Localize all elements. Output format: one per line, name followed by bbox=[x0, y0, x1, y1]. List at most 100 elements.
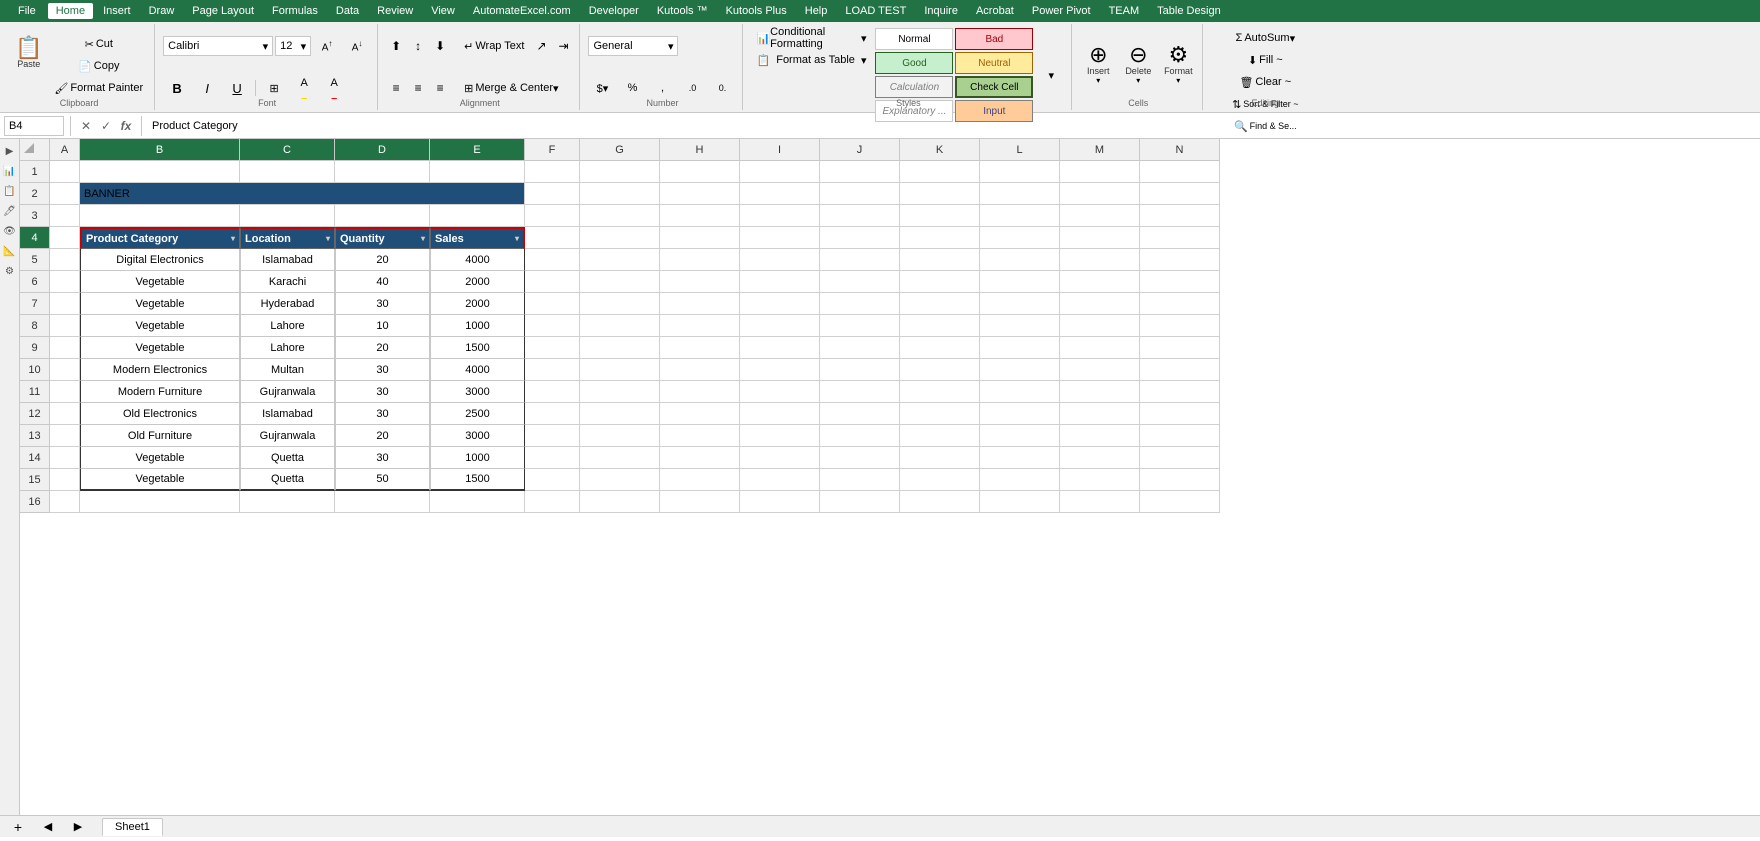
cell-D12[interactable]: 30 bbox=[335, 403, 430, 425]
cell-L16[interactable] bbox=[980, 491, 1060, 513]
row-header-9[interactable]: 9 bbox=[20, 337, 50, 359]
cell-N6[interactable] bbox=[1140, 271, 1220, 293]
cell-C8[interactable]: Lahore bbox=[240, 315, 335, 337]
cell-L11[interactable] bbox=[980, 381, 1060, 403]
cell-K4[interactable] bbox=[900, 227, 980, 249]
cell-F13[interactable] bbox=[525, 425, 580, 447]
cell-M13[interactable] bbox=[1060, 425, 1140, 447]
row-header-5[interactable]: 5 bbox=[20, 249, 50, 271]
cell-A7[interactable] bbox=[50, 293, 80, 315]
col-header-H[interactable]: H bbox=[660, 139, 740, 161]
cell-D7[interactable]: 30 bbox=[335, 293, 430, 315]
cell-B16[interactable] bbox=[80, 491, 240, 513]
cell-H12[interactable] bbox=[660, 403, 740, 425]
header-cell-B4[interactable]: Product Category▾ bbox=[80, 227, 240, 249]
cell-G2[interactable] bbox=[580, 183, 660, 205]
align-bottom-button[interactable]: ⬇ bbox=[430, 36, 450, 56]
paste-button[interactable]: 📋 Paste bbox=[10, 30, 47, 86]
cell-J9[interactable] bbox=[820, 337, 900, 359]
col-header-G[interactable]: G bbox=[580, 139, 660, 161]
cell-D5[interactable]: 20 bbox=[335, 249, 430, 271]
col-header-J[interactable]: J bbox=[820, 139, 900, 161]
align-top-button[interactable]: ⬆ bbox=[386, 36, 406, 56]
cell-M7[interactable] bbox=[1060, 293, 1140, 315]
style-check-cell-cell[interactable]: Check Cell bbox=[955, 76, 1033, 98]
cell-B1[interactable] bbox=[80, 161, 240, 183]
col-header-D[interactable]: D bbox=[335, 139, 430, 161]
increase-font-size-button[interactable]: A↑ bbox=[313, 37, 341, 55]
side-icon-3[interactable]: 📋 bbox=[2, 183, 18, 199]
cell-L6[interactable] bbox=[980, 271, 1060, 293]
cell-B7[interactable]: Vegetable bbox=[80, 293, 240, 315]
cell-N7[interactable] bbox=[1140, 293, 1220, 315]
cell-G16[interactable] bbox=[580, 491, 660, 513]
menu-team[interactable]: TEAM bbox=[1101, 3, 1148, 19]
side-icon-4[interactable]: 🖊 bbox=[2, 203, 18, 219]
cell-L12[interactable] bbox=[980, 403, 1060, 425]
cell-J6[interactable] bbox=[820, 271, 900, 293]
cell-N1[interactable] bbox=[1140, 161, 1220, 183]
align-center-button[interactable]: ≡ bbox=[408, 78, 428, 98]
cell-M3[interactable] bbox=[1060, 205, 1140, 227]
cell-N16[interactable] bbox=[1140, 491, 1220, 513]
col-header-I[interactable]: I bbox=[740, 139, 820, 161]
style-neutral-cell[interactable]: Neutral bbox=[955, 52, 1033, 74]
menu-load-test[interactable]: LOAD TEST bbox=[837, 3, 914, 19]
conditional-formatting-button[interactable]: 📊 Conditional Formatting ▾ bbox=[751, 28, 871, 48]
col-header-E[interactable]: E bbox=[430, 139, 525, 161]
side-icon-2[interactable]: 📊 bbox=[2, 163, 18, 179]
accounting-button[interactable]: $▾ bbox=[588, 78, 616, 98]
menu-view[interactable]: View bbox=[423, 3, 463, 19]
cell-D6[interactable]: 40 bbox=[335, 271, 430, 293]
cell-B2[interactable]: BANNER bbox=[80, 183, 525, 205]
cell-N14[interactable] bbox=[1140, 447, 1220, 469]
col-header-C[interactable]: C bbox=[240, 139, 335, 161]
cell-J16[interactable] bbox=[820, 491, 900, 513]
menu-home[interactable]: Home bbox=[48, 3, 93, 19]
cell-L13[interactable] bbox=[980, 425, 1060, 447]
cell-F4[interactable] bbox=[525, 227, 580, 249]
cell-D16[interactable] bbox=[335, 491, 430, 513]
menu-kutools[interactable]: Kutools ™ bbox=[649, 3, 716, 19]
cell-F16[interactable] bbox=[525, 491, 580, 513]
col-header-N[interactable]: N bbox=[1140, 139, 1220, 161]
cell-B13[interactable]: Old Furniture bbox=[80, 425, 240, 447]
cell-M10[interactable] bbox=[1060, 359, 1140, 381]
scroll-sheet-left[interactable]: ◀ bbox=[34, 819, 62, 835]
cell-A8[interactable] bbox=[50, 315, 80, 337]
cell-E1[interactable] bbox=[430, 161, 525, 183]
format-as-table-button[interactable]: 📋 Format as Table ▾ bbox=[751, 50, 871, 70]
format-cells-button[interactable]: ⚙ Format ▾ bbox=[1160, 41, 1196, 97]
cell-G3[interactable] bbox=[580, 205, 660, 227]
cell-G15[interactable] bbox=[580, 469, 660, 491]
cell-I2[interactable] bbox=[740, 183, 820, 205]
menu-kutools-plus[interactable]: Kutools Plus bbox=[718, 3, 795, 19]
cell-K6[interactable] bbox=[900, 271, 980, 293]
cell-N3[interactable] bbox=[1140, 205, 1220, 227]
row-header-7[interactable]: 7 bbox=[20, 293, 50, 315]
indent-more-button[interactable]: ⇥ bbox=[553, 36, 573, 56]
col-header-B[interactable]: B bbox=[80, 139, 240, 161]
cell-I3[interactable] bbox=[740, 205, 820, 227]
underline-button[interactable]: U bbox=[223, 78, 251, 98]
name-box[interactable]: B4 bbox=[4, 116, 64, 136]
col-header-F[interactable]: F bbox=[525, 139, 580, 161]
border-button[interactable]: ⊞ bbox=[260, 78, 288, 98]
col-header-A[interactable]: A bbox=[50, 139, 80, 161]
text-direction-button[interactable]: ↗ bbox=[531, 36, 551, 56]
number-format-dropdown[interactable]: General ▾ bbox=[588, 36, 678, 56]
cell-M8[interactable] bbox=[1060, 315, 1140, 337]
col-header-L[interactable]: L bbox=[980, 139, 1060, 161]
menu-power-pivot[interactable]: Power Pivot bbox=[1024, 3, 1099, 19]
cell-N15[interactable] bbox=[1140, 469, 1220, 491]
cell-J5[interactable] bbox=[820, 249, 900, 271]
cell-L7[interactable] bbox=[980, 293, 1060, 315]
cell-C11[interactable]: Gujranwala bbox=[240, 381, 335, 403]
cell-A12[interactable] bbox=[50, 403, 80, 425]
italic-button[interactable]: I bbox=[193, 78, 221, 98]
row-header-14[interactable]: 14 bbox=[20, 447, 50, 469]
cell-C14[interactable]: Quetta bbox=[240, 447, 335, 469]
cell-B10[interactable]: Modern Electronics bbox=[80, 359, 240, 381]
cell-C12[interactable]: Islamabad bbox=[240, 403, 335, 425]
copy-button[interactable]: 📄 Copy bbox=[49, 56, 148, 76]
